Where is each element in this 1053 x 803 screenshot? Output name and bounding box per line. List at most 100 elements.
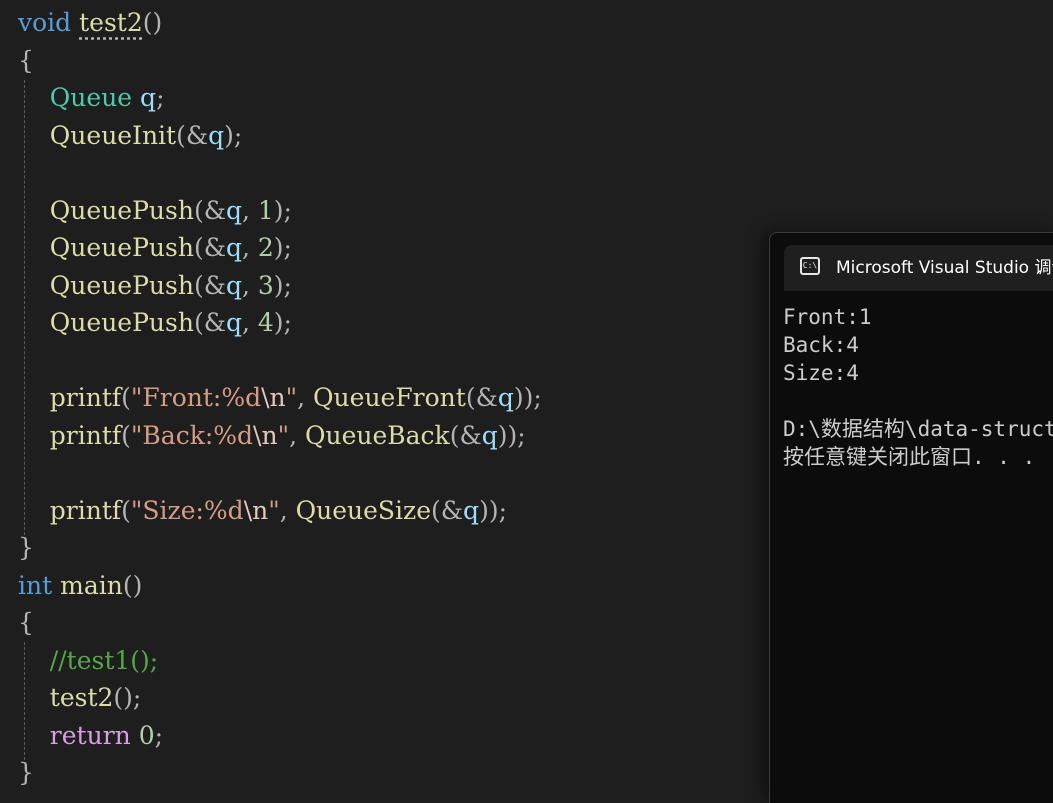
- code-token: ();: [113, 683, 142, 712]
- code-token: );: [273, 270, 292, 300]
- code-line[interactable]: Queue q;: [18, 79, 165, 116]
- code-token: ;: [156, 83, 165, 112]
- code-token: printf: [49, 383, 122, 412]
- code-line[interactable]: //test1();: [18, 642, 158, 679]
- console-icon: C:\: [800, 257, 820, 275]
- code-token: printf: [49, 495, 122, 525]
- code-token: (): [142, 8, 163, 37]
- code-token: (&: [449, 420, 482, 450]
- console-output-line: Front:1: [783, 305, 872, 329]
- code-token: );: [273, 233, 292, 262]
- code-line[interactable]: QueuePush(&q, 3);: [18, 267, 292, 304]
- code-line[interactable]: QueueInit(&q);: [18, 117, 243, 154]
- code-token: QueueInit: [49, 120, 177, 150]
- code-token: QueuePush: [49, 195, 194, 225]
- code-line[interactable]: QueuePush(&q, 2);: [18, 229, 292, 266]
- code-token: ": [285, 383, 298, 412]
- code-token: ": [277, 420, 290, 450]
- debug-console-window[interactable]: C:\ Microsoft Visual Studio 调试控制台 Front:…: [769, 232, 1053, 803]
- code-line[interactable]: int main(): [18, 567, 142, 604]
- code-editor[interactable]: void test2(){ Queue q; QueueInit(&q); Qu…: [0, 0, 1053, 803]
- code-token: (: [121, 383, 131, 412]
- code-token: );: [273, 308, 292, 337]
- code-token: (&: [193, 233, 226, 262]
- code-token: (&: [193, 308, 226, 337]
- code-line[interactable]: void test2(): [18, 4, 162, 41]
- code-token: }: [18, 533, 34, 562]
- code-token: 0: [138, 720, 155, 750]
- code-line[interactable]: printf("Size:%d\n", QueueSize(&q));: [18, 492, 507, 529]
- code-token: );: [224, 120, 243, 150]
- code-token: ": [268, 495, 280, 525]
- code-token: QueueBack: [304, 420, 450, 450]
- code-token: q: [225, 195, 242, 225]
- console-titlebar[interactable]: C:\ Microsoft Visual Studio 调试控制台: [784, 245, 1053, 291]
- code-token: q: [497, 383, 514, 412]
- code-token: void: [18, 8, 72, 37]
- code-token: 3: [257, 270, 274, 300]
- code-token: Queue: [49, 83, 133, 112]
- code-token: "Size:%d: [130, 495, 244, 525]
- code-token: ,: [289, 420, 305, 450]
- code-line[interactable]: QueuePush(&q, 1);: [18, 192, 292, 229]
- code-token: "Back:%d: [130, 420, 254, 450]
- code-token: q: [140, 83, 157, 112]
- code-token: main: [60, 570, 123, 600]
- code-line[interactable]: printf("Back:%d\n", QueueBack(&q));: [18, 417, 526, 454]
- console-output[interactable]: Front:1 Back:4 Size:4 D:\数据结构\data-structur…: [783, 303, 1053, 471]
- code-token: ;: [154, 720, 164, 750]
- code-line[interactable]: printf("Front:%d\n", QueueFront(&q));: [18, 379, 542, 416]
- code-token: (: [121, 420, 131, 450]
- code-token: QueueSize: [295, 495, 432, 525]
- code-token: test2: [79, 8, 143, 37]
- code-token: ,: [241, 308, 258, 337]
- code-token: QueuePush: [49, 270, 194, 300]
- code-token: q: [225, 233, 242, 262]
- code-token: ,: [241, 233, 258, 262]
- code-line[interactable]: QueuePush(&q, 4);: [18, 304, 292, 341]
- code-token: \n: [253, 420, 278, 450]
- code-token: ,: [241, 195, 258, 225]
- code-token: \n: [261, 383, 286, 412]
- code-token: q: [225, 308, 242, 337]
- code-token: //test1();: [49, 645, 159, 675]
- code-token: ,: [279, 495, 296, 525]
- code-token: \n: [243, 495, 269, 525]
- code-token: QueuePush: [49, 233, 194, 262]
- code-token: int: [18, 570, 53, 600]
- code-token: (&: [431, 495, 464, 525]
- code-line[interactable]: }: [18, 529, 34, 566]
- code-line[interactable]: test2();: [18, 679, 142, 716]
- console-output-line: Back:4: [783, 333, 859, 357]
- code-token: q: [481, 420, 498, 450]
- code-line[interactable]: }: [18, 754, 34, 791]
- code-token: (): [122, 570, 143, 600]
- code-token: );: [273, 195, 292, 225]
- code-token: ,: [297, 383, 314, 412]
- code-token: QueuePush: [49, 308, 194, 337]
- code-token: ,: [241, 270, 258, 300]
- code-token: q: [463, 495, 480, 525]
- code-token: {: [18, 608, 34, 637]
- code-token: test2: [49, 683, 114, 712]
- code-token: (&: [193, 270, 226, 300]
- code-token: ));: [497, 420, 526, 450]
- code-token: (: [121, 495, 131, 525]
- console-title: Microsoft Visual Studio 调试控制台: [836, 258, 1053, 278]
- code-line[interactable]: {: [18, 604, 34, 641]
- code-line[interactable]: return 0;: [18, 717, 163, 754]
- code-line[interactable]: {: [18, 42, 34, 79]
- code-token: (&: [465, 383, 498, 412]
